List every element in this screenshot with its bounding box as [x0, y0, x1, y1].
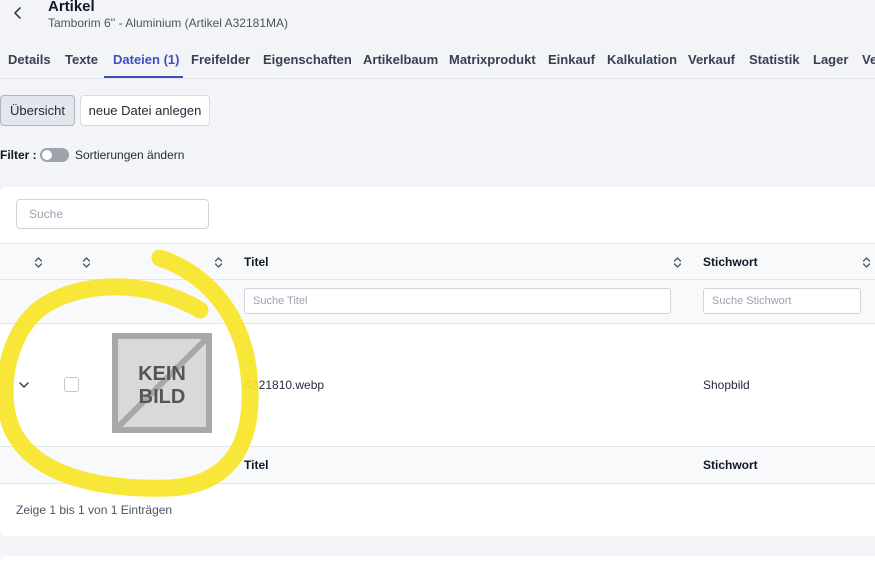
footer-header-title: Titel — [244, 458, 269, 472]
column-header-keyword[interactable]: Stichwort — [703, 255, 758, 269]
page-title: Artikel — [48, 0, 95, 15]
table-info: Zeige 1 bis 1 von 1 Einträgen — [16, 503, 173, 517]
toggle-knob — [42, 150, 52, 160]
page-subtitle: Tamborim 6'' - Aluminium (Artikel A32181… — [48, 16, 288, 30]
sort-icon[interactable] — [82, 256, 91, 269]
sort-icon[interactable] — [673, 256, 682, 269]
chevron-down-icon[interactable] — [18, 380, 30, 390]
column-filter-row — [0, 280, 875, 324]
tab-overflow[interactable]: Ve — [862, 52, 875, 67]
sort-icon[interactable] — [34, 256, 43, 269]
title-filter-input[interactable] — [244, 288, 671, 314]
sort-toggle[interactable] — [40, 148, 69, 162]
page-header: Artikel Tamborim 6'' - Aluminium (Artike… — [0, 0, 875, 36]
tab-eigenschaften[interactable]: Eigenschaften — [263, 52, 352, 67]
tab-details[interactable]: Details — [8, 52, 51, 67]
column-header-title[interactable]: Titel — [244, 255, 268, 269]
table-header-row: Titel Stichwort — [0, 243, 875, 280]
tab-bar: Details Texte Dateien (1) Freifelder Eig… — [0, 42, 875, 79]
active-tab-indicator — [104, 76, 183, 78]
tab-statistik[interactable]: Statistik — [749, 52, 800, 67]
tab-texte[interactable]: Texte — [65, 52, 98, 67]
tab-einkauf[interactable]: Einkauf — [548, 52, 595, 67]
filter-label: Filter : — [0, 148, 37, 162]
table-row[interactable]: KEIN BILD A321810.webp Shopbild — [0, 324, 875, 447]
tab-kalkulation[interactable]: Kalkulation — [607, 52, 677, 67]
files-table-card: Titel Stichwort KEINBILD A321810.webp Sh… — [0, 187, 875, 536]
new-file-button[interactable]: neue Datei anlegen — [80, 95, 210, 126]
tab-dateien[interactable]: Dateien (1) — [113, 52, 179, 67]
tab-lager[interactable]: Lager — [813, 52, 848, 67]
sort-icon[interactable] — [862, 256, 871, 269]
row-checkbox[interactable] — [64, 377, 79, 392]
search-input[interactable] — [16, 199, 209, 229]
keyword-filter-input[interactable] — [703, 288, 861, 314]
secondary-card — [0, 556, 875, 576]
tab-verkauf[interactable]: Verkauf — [688, 52, 735, 67]
footer-header-keyword: Stichwort — [703, 458, 758, 472]
overview-button[interactable]: Übersicht — [0, 95, 75, 126]
table-footer-row: Titel Stichwort — [0, 447, 875, 484]
sort-toggle-label[interactable]: Sortierungen ändern — [75, 148, 184, 162]
file-keyword-cell: Shopbild — [703, 378, 750, 392]
sort-icon[interactable] — [214, 256, 223, 269]
chevron-left-icon[interactable] — [11, 6, 25, 20]
no-image-placeholder: KEIN BILD — [112, 333, 212, 433]
tab-artikelbaum[interactable]: Artikelbaum — [363, 52, 438, 67]
tab-freifelder[interactable]: Freifelder — [191, 52, 250, 67]
tab-matrixprodukt[interactable]: Matrixprodukt — [449, 52, 536, 67]
file-title-cell: A321810.webp — [244, 378, 325, 392]
no-image-text: KEIN BILD — [138, 363, 186, 408]
